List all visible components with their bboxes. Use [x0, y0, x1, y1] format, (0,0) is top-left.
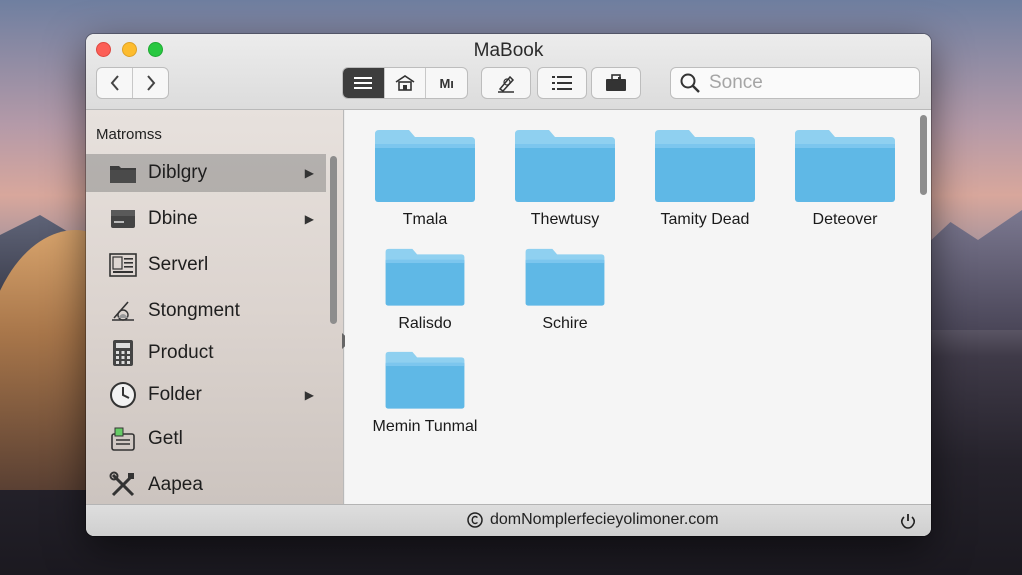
sidebar-item-stongment[interactable]: Stongment	[86, 292, 326, 330]
sidebar-item-serverl[interactable]: Serverl	[86, 246, 326, 284]
folder-icon	[385, 248, 465, 306]
chevron-left-icon	[110, 75, 119, 91]
sidebar-item-folder[interactable]: Folder ▶	[86, 376, 326, 414]
sidebar-item-getl[interactable]: Getl	[86, 420, 326, 458]
columns-view-icon: Mı	[439, 75, 454, 91]
list-view-button[interactable]	[343, 68, 384, 98]
finder-window: MaBook Mı Sonce Matromss Diblgry ▶ Dbine…	[86, 34, 931, 536]
calculator-icon	[113, 340, 133, 366]
view-mode-group: Mı	[342, 67, 468, 99]
status-info: domNomplerfecieyolimoner.com	[466, 511, 719, 529]
folder-item[interactable]: Tmala	[355, 128, 495, 229]
navigation-group	[96, 67, 169, 99]
window-title: MaBook	[473, 40, 544, 61]
folder-label: Thewtusy	[530, 211, 600, 228]
chevron-right-icon: ▶	[304, 166, 314, 180]
copyright-icon	[467, 512, 483, 528]
sidebar-item-dbine[interactable]: Dbine ▶	[86, 200, 326, 238]
folder-label: Deteover	[812, 211, 878, 228]
folder-label: Ralisdo	[398, 315, 452, 332]
content-scrollbar[interactable]	[920, 115, 927, 195]
folder-item[interactable]: Memin Tunmal	[355, 349, 495, 436]
edit-icon	[498, 75, 515, 93]
sidebar: Matromss Diblgry ▶ Dbine ▶ Serverl Stong…	[86, 110, 351, 504]
power-icon[interactable]	[899, 512, 917, 530]
search-icon	[680, 73, 700, 93]
forward-button[interactable]	[132, 68, 168, 98]
chevron-right-icon	[146, 75, 155, 91]
folder-item[interactable]: Thewtusy	[495, 128, 635, 229]
get-icon	[111, 427, 135, 451]
list-view-icon	[354, 77, 373, 89]
folder-icon	[385, 351, 465, 409]
folder-icon	[795, 130, 895, 202]
folder-label: Memin Tunmal	[372, 418, 478, 435]
sidebar-item-label: Diblgry	[148, 162, 208, 183]
sidebar-item-label: Folder	[148, 384, 202, 405]
status-bar: domNomplerfecieyolimoner.com	[86, 504, 931, 536]
folder-item[interactable]: Schire	[495, 246, 635, 333]
search-field[interactable]	[670, 67, 920, 99]
folder-icon	[525, 248, 605, 306]
clock-icon	[110, 382, 136, 408]
folder-label: Tamity Dead	[660, 211, 750, 228]
home-view-button[interactable]	[383, 68, 426, 98]
text-list-button[interactable]	[537, 67, 587, 99]
text-list-icon	[552, 76, 572, 90]
sidebar-item-label: Getl	[148, 428, 183, 449]
sidebar-item-product[interactable]: Product	[86, 334, 326, 372]
sidebar-item-label: Stongment	[148, 300, 240, 321]
folder-item[interactable]: Ralisdo	[355, 246, 495, 333]
server-icon	[109, 253, 137, 277]
search-input[interactable]	[709, 72, 909, 94]
chevron-right-icon: ▶	[304, 388, 314, 402]
columns-view-button[interactable]: Mı	[425, 68, 467, 98]
sidebar-item-label: Aapea	[148, 474, 203, 495]
folder-label: Schire	[542, 315, 588, 332]
sidebar-item-diblgry[interactable]: Diblgry ▶	[86, 154, 326, 192]
briefcase-icon	[606, 74, 626, 91]
folder-item[interactable]: Tamity Dead	[635, 128, 775, 229]
folder-icon	[375, 130, 475, 202]
sidebar-item-label: Dbine	[148, 208, 198, 229]
drive-icon	[111, 210, 135, 228]
sidebar-item-label: Product	[148, 342, 214, 363]
folder-icon	[515, 130, 615, 202]
status-text: domNomplerfecieyolimoner.com	[490, 511, 719, 528]
sidebar-item-aapea[interactable]: Aapea	[86, 466, 326, 504]
titlebar: MaBook Mı	[86, 34, 931, 110]
chevron-right-icon: ▶	[304, 212, 314, 226]
action-button[interactable]	[591, 67, 641, 99]
folder-item[interactable]: Deteover	[775, 128, 915, 229]
storage-icon	[112, 301, 134, 321]
sidebar-scrollbar[interactable]	[330, 156, 337, 324]
home-icon	[395, 75, 415, 91]
sidebar-item-label: Serverl	[148, 254, 209, 275]
folder-icon	[655, 130, 755, 202]
file-browser: Tmala Thewtusy Tamity Dead Deteover Rali…	[345, 110, 931, 504]
sidebar-header: Matromss	[96, 126, 162, 143]
edit-button[interactable]	[481, 67, 531, 99]
back-button[interactable]	[97, 68, 132, 98]
folder-dark-icon	[110, 166, 136, 183]
tools-icon	[109, 471, 135, 497]
folder-label: Tmala	[402, 211, 448, 228]
